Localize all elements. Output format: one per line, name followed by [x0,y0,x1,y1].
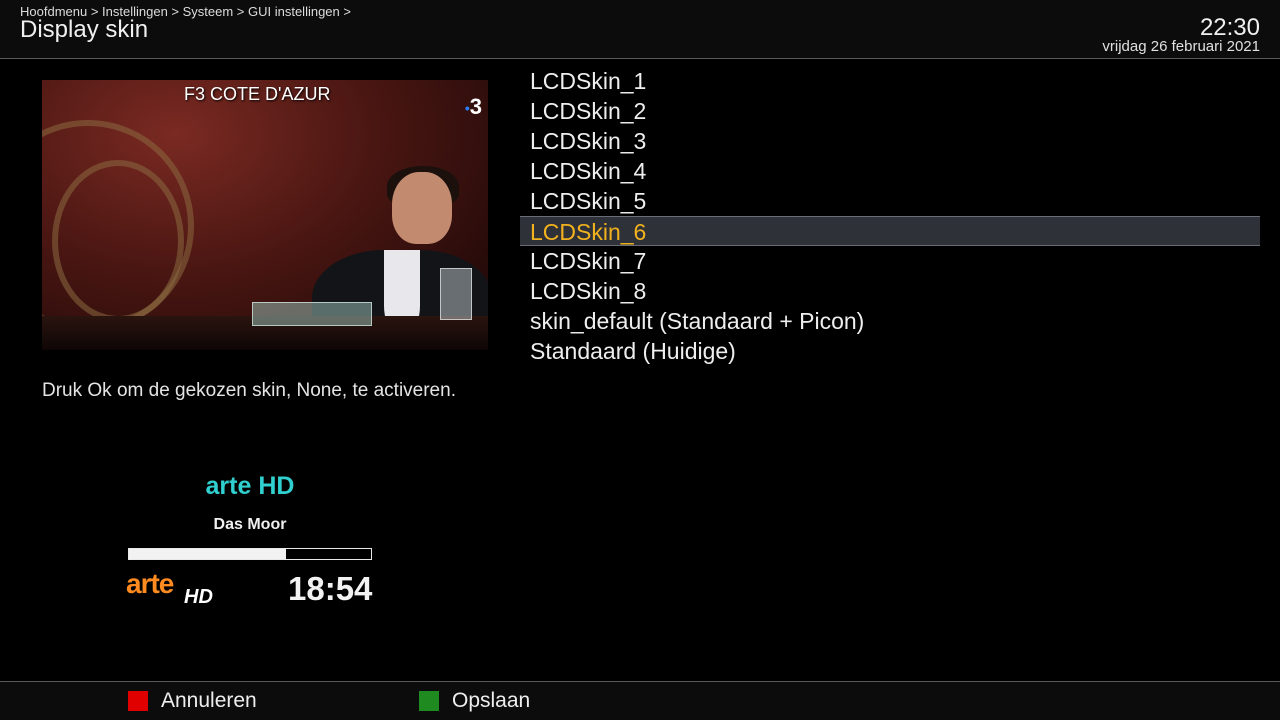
stair-rail-decoration [52,160,184,322]
skin-item[interactable]: skin_default (Standaard + Picon) [520,306,1260,336]
skin-item[interactable]: LCDSkin_8 [520,276,1260,306]
cancel-label: Annuleren [161,689,257,712]
skin-item[interactable]: LCDSkin_1 [520,66,1260,96]
ashtray-shape [252,302,372,326]
lcd-channel-name: arte HD [205,472,295,500]
red-key-icon [128,691,148,711]
logo-number: 3 [469,94,482,119]
header-bar: Hoofdmenu > Instellingen > Systeem > GUI… [0,0,1280,58]
skin-item[interactable]: LCDSkin_5 [520,186,1260,216]
cancel-button[interactable]: Annuleren [128,689,257,713]
glass-shape [440,268,472,320]
france3-logo-icon: •3 [465,94,482,120]
skin-item[interactable]: LCDSkin_7 [520,246,1260,276]
lcd-progress-bar [128,548,372,560]
skin-item[interactable]: LCDSkin_6 [520,216,1260,246]
date-label: vrijdag 26 februari 2021 [1102,38,1260,55]
skin-description: Druk Ok om de gekozen skin, None, te act… [42,380,456,401]
arte-logo-hd: HD [184,586,213,608]
skin-item[interactable]: LCDSkin_4 [520,156,1260,186]
person-head-shape [392,172,452,244]
lcd-time: 18:54 [288,570,373,607]
arte-logo-text: arte [126,568,174,599]
footer-bar: Annuleren Opslaan [0,682,1280,720]
skin-item[interactable]: LCDSkin_2 [520,96,1260,126]
green-key-icon [419,691,439,711]
save-button[interactable]: Opslaan [419,689,530,713]
skin-item[interactable]: Standaard (Huidige) [520,336,1260,366]
skin-item[interactable]: LCDSkin_3 [520,126,1260,156]
arte-hd-logo-icon: arte HD [126,568,236,612]
header-divider [0,58,1280,59]
lcd-program-title: Das Moor [213,516,287,533]
skin-list: LCDSkin_1 LCDSkin_2 LCDSkin_3 LCDSkin_4 … [520,66,1260,366]
channel-overlay-text: F3 COTE D'AZUR [184,84,331,104]
save-label: Opslaan [452,689,531,712]
page-title: Display skin [20,16,149,43]
lcd-progress-fill [129,549,287,559]
tv-preview: F3 COTE D'AZUR •3 [42,80,488,350]
